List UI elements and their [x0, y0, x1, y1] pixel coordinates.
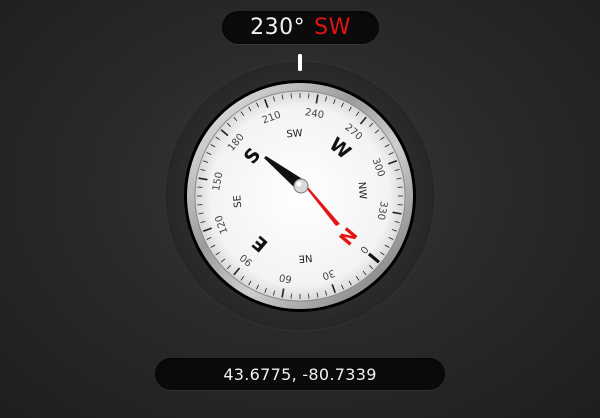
coordinates-text: 43.6775, -80.7339	[223, 364, 377, 384]
heading-indicator-mark	[298, 54, 302, 71]
intercardinal-label: SW	[286, 128, 303, 140]
intercardinal-label: NE	[298, 252, 313, 264]
compass-widget: 306090120150180210 2402703003300 NES W NES…	[164, 54, 436, 332]
needle-pivot-highlight	[296, 181, 302, 187]
intercardinal-label: NW	[356, 181, 368, 199]
compass-face	[194, 90, 406, 302]
intercardinal-label: SE	[232, 195, 244, 209]
degree-label: 60	[278, 271, 292, 284]
coordinates-display: 43.6775, -80.7339	[155, 358, 445, 390]
needle-pivot	[293, 178, 309, 194]
